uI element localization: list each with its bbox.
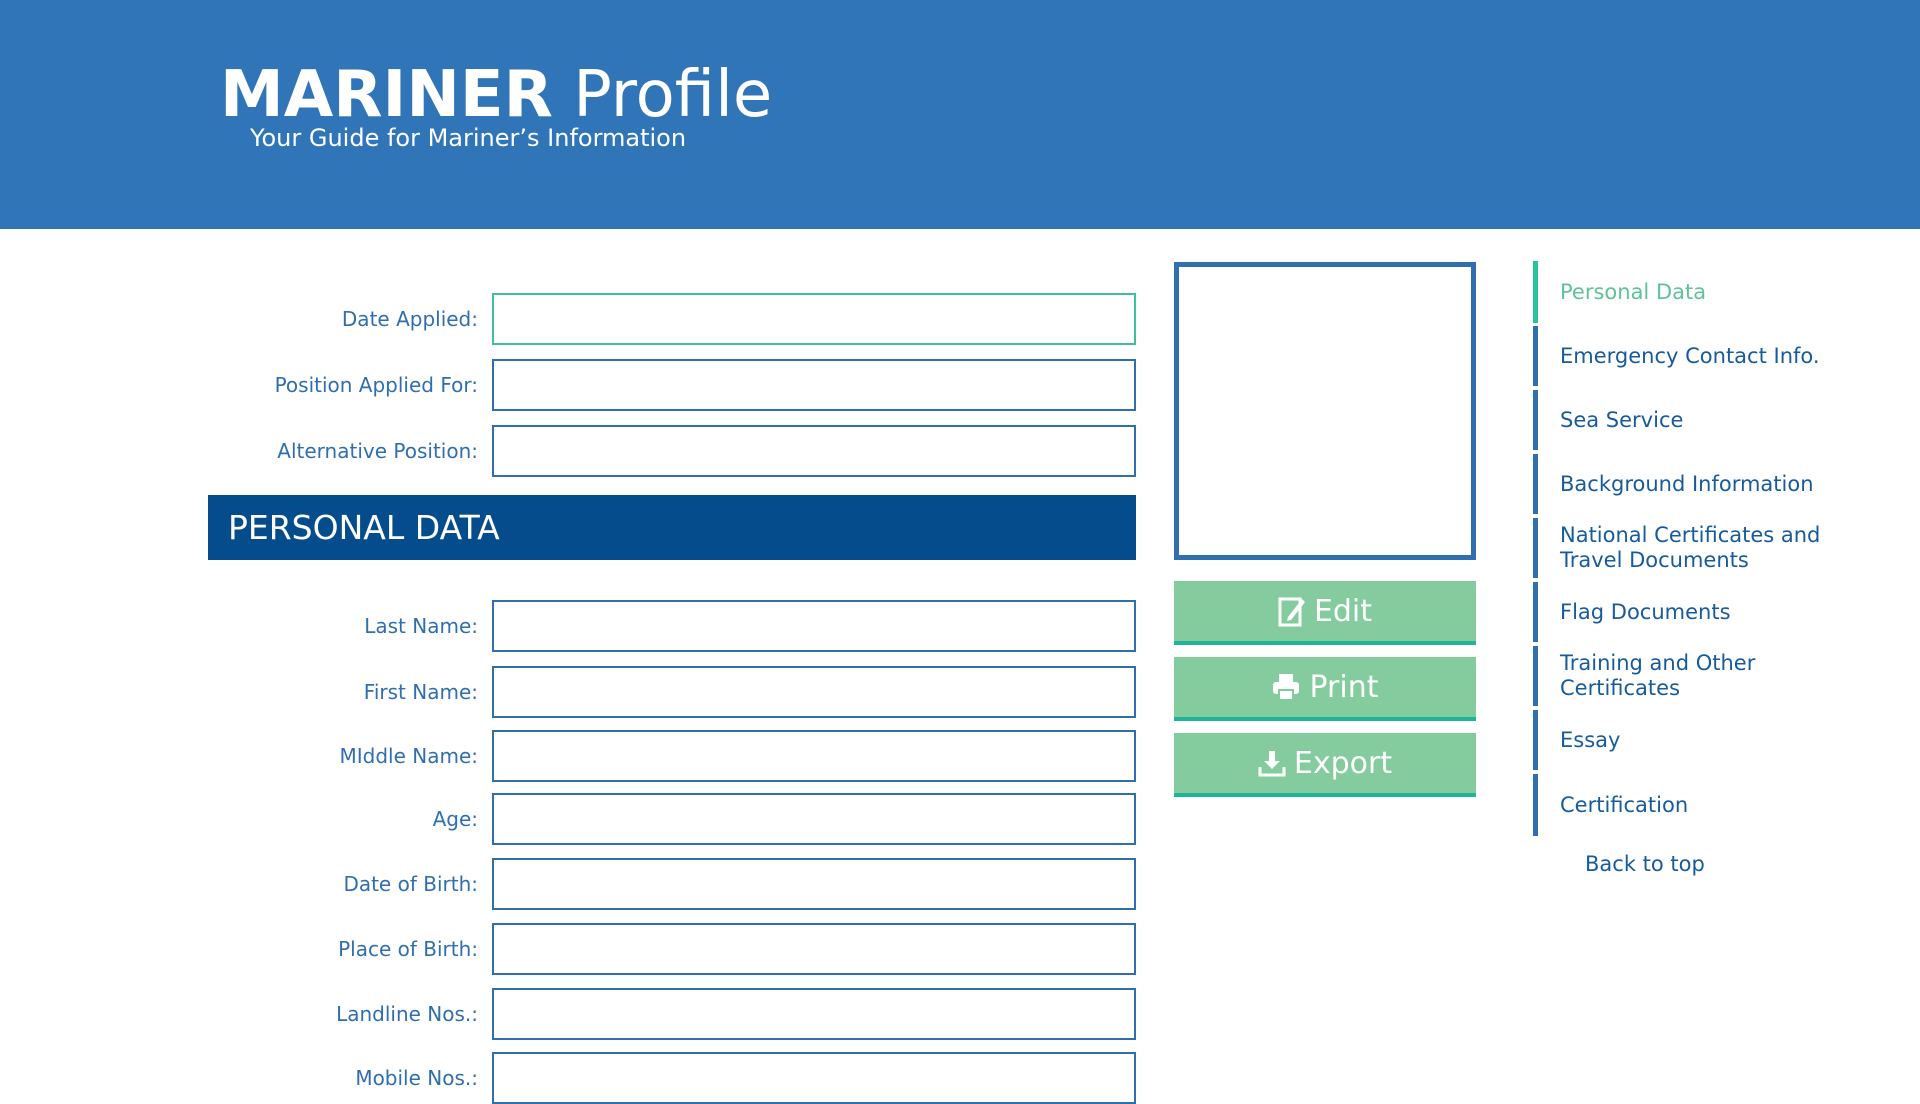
last-name-label: Last Name:: [364, 614, 478, 638]
nav-item-training-certificates[interactable]: Training and Other Certificates: [1533, 646, 1893, 706]
position-applied-input[interactable]: [492, 359, 1136, 411]
nav-item-personal-data[interactable]: Personal Data: [1533, 261, 1893, 323]
nav-item-label: Background Information: [1560, 472, 1814, 496]
date-applied-input[interactable]: [492, 293, 1136, 345]
place-of-birth-label: Place of Birth:: [338, 937, 478, 961]
middle-name-input[interactable]: [492, 730, 1136, 782]
nav-item-label: Emergency Contact Info.: [1560, 344, 1820, 368]
edit-button[interactable]: Edit: [1174, 581, 1476, 645]
nav-item-label: Personal Data: [1560, 280, 1707, 304]
export-button[interactable]: Export: [1174, 733, 1476, 797]
mobile-input[interactable]: [492, 1052, 1136, 1104]
alternative-position-input[interactable]: [492, 425, 1136, 477]
edit-icon: [1278, 595, 1306, 627]
nav-item-flag-documents[interactable]: Flag Documents: [1533, 582, 1893, 642]
first-name-label: First Name:: [363, 680, 478, 704]
printer-icon: [1271, 672, 1301, 702]
nav-item-sea-service[interactable]: Sea Service: [1533, 390, 1893, 450]
mobile-label: Mobile Nos.:: [355, 1066, 478, 1090]
personal-data-section-title: PERSONAL DATA: [208, 495, 1136, 560]
edit-label: Edit: [1313, 593, 1373, 629]
nav-item-label: Certification: [1560, 793, 1689, 817]
nav-item-label: Sea Service: [1560, 408, 1684, 432]
first-name-input[interactable]: [492, 666, 1136, 718]
nav-item-label: Training and Other Certificates: [1560, 651, 1756, 700]
nav-item-background-information[interactable]: Background Information: [1533, 454, 1893, 514]
date-of-birth-label: Date of Birth:: [343, 872, 478, 896]
landline-label: Landline Nos.:: [336, 1002, 478, 1026]
date-of-birth-input[interactable]: [492, 858, 1136, 910]
app-title: MARINER Profile: [220, 56, 772, 134]
landline-input[interactable]: [492, 988, 1136, 1040]
nav-item-emergency-contact[interactable]: Emergency Contact Info.: [1533, 326, 1893, 386]
last-name-input[interactable]: [492, 600, 1136, 652]
age-input[interactable]: [492, 793, 1136, 845]
nav-item-label: Essay: [1560, 728, 1621, 752]
place-of-birth-input[interactable]: [492, 923, 1136, 975]
alternative-position-label: Alternative Position:: [277, 439, 478, 463]
back-to-top-link[interactable]: Back to top: [1585, 852, 1705, 876]
print-button[interactable]: Print: [1174, 657, 1476, 721]
nav-item-label: Flag Documents: [1560, 600, 1731, 624]
date-applied-label: Date Applied:: [341, 307, 478, 331]
position-applied-label: Position Applied For:: [274, 373, 478, 397]
app-title-bold: MARINER: [220, 58, 553, 132]
nav-item-essay[interactable]: Essay: [1533, 710, 1893, 770]
download-icon: [1258, 749, 1286, 777]
app-subtitle: Your Guide for Mariner’s Information: [250, 124, 687, 152]
middle-name-label: MIddle Name:: [339, 744, 478, 768]
app-title-rest: Profile: [552, 58, 773, 132]
header-banner: MARINER Profile Your Guide for Mariner’s…: [0, 0, 1920, 229]
nav-item-certification[interactable]: Certification: [1533, 774, 1893, 836]
nav-item-label: National Certificates and Travel Documen…: [1560, 523, 1821, 572]
nav-item-national-certificates[interactable]: National Certificates and Travel Documen…: [1533, 518, 1893, 578]
photo-placeholder[interactable]: [1174, 262, 1476, 560]
age-label: Age:: [432, 807, 478, 831]
print-label: Print: [1309, 669, 1379, 705]
export-label: Export: [1293, 745, 1393, 781]
